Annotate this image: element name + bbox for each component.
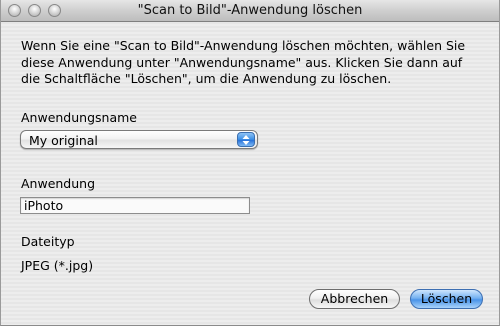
application-value: iPhoto	[24, 198, 64, 213]
application-name-select[interactable]: My original	[20, 130, 258, 149]
file-type-label: Dateityp	[21, 234, 75, 249]
popup-arrows-icon[interactable]	[237, 132, 255, 147]
application-field: iPhoto	[20, 197, 250, 214]
delete-button[interactable]: Löschen	[410, 289, 483, 309]
application-label: Anwendung	[21, 176, 96, 191]
title-bar: "Scan to Bild"-Anwendung löschen	[1, 0, 499, 22]
application-name-selected-value: My original	[29, 133, 98, 148]
cancel-button[interactable]: Abbrechen	[309, 289, 400, 309]
dialog-window: "Scan to Bild"-Anwendung löschen Wenn Si…	[0, 0, 500, 326]
application-name-label: Anwendungsname	[21, 110, 137, 125]
instruction-text: Wenn Sie eine "Scan to Bild"-Anwendung l…	[21, 38, 466, 86]
window-title: "Scan to Bild"-Anwendung löschen	[137, 3, 363, 18]
file-type-value: JPEG (*.jpg)	[21, 258, 94, 273]
